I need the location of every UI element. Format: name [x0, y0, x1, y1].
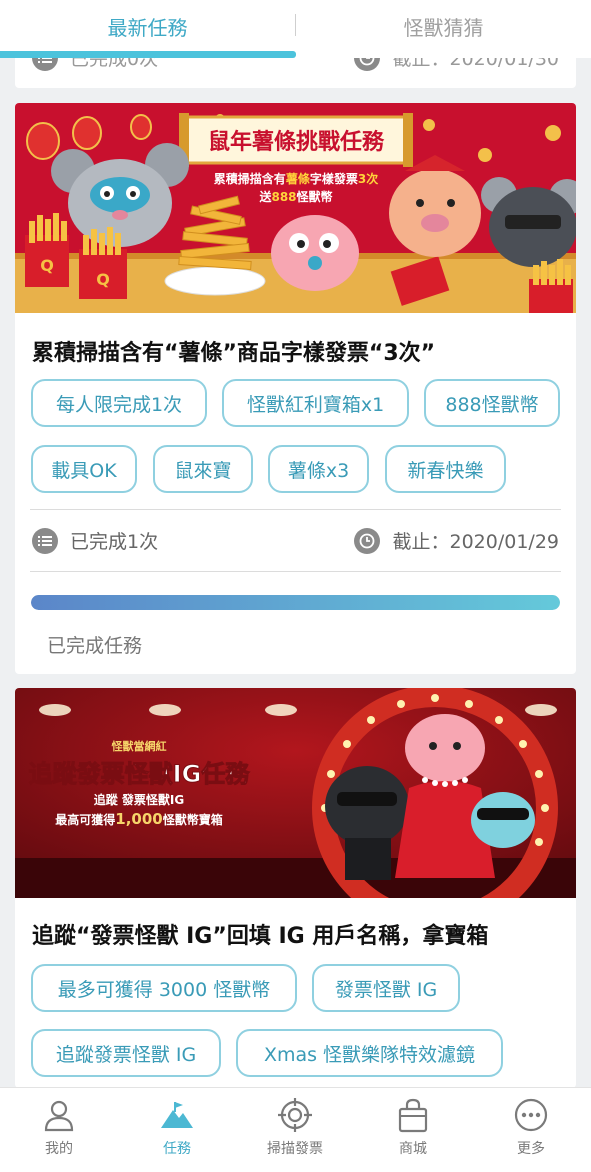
- mission-card-fries[interactable]: 鼠年薯條挑戰任務 累積掃描含有薯條字樣發票3次 送888怪獸幣 Q Q 累積掃描…: [15, 103, 576, 674]
- banner2-line2: 最高可獲得1,000怪獸幣寶箱: [55, 810, 222, 828]
- list-icon: [32, 527, 58, 554]
- target-scan-icon: [277, 1097, 313, 1133]
- tab-monster-guess[interactable]: 怪獸猜猜: [296, 0, 591, 52]
- clock-icon: [354, 527, 381, 554]
- tag-coins[interactable]: 888怪獸幣: [424, 379, 560, 427]
- mountain-flag-icon: [159, 1097, 195, 1133]
- banner2-kicker: 怪獸當網紅: [112, 739, 167, 753]
- fries-box-logo: Q: [96, 270, 110, 289]
- more-dots-icon: [513, 1097, 549, 1133]
- nav-label: 更多: [517, 1141, 545, 1157]
- banner1-line1: 累積掃描含有薯條字樣發票3次: [214, 171, 378, 186]
- mission-banner-instagram[interactable]: 怪獸當網紅 追蹤發票怪獸IG任務 追蹤 發票怪獸IG 最高可獲得1,000怪獸幣…: [15, 688, 576, 898]
- nav-label: 任務: [163, 1141, 191, 1157]
- tag-xmas-filter[interactable]: Xmas 怪獸樂隊特效濾鏡: [236, 1029, 503, 1077]
- person-icon: [41, 1097, 77, 1133]
- mission-progress-fill: [31, 595, 560, 610]
- nav-item-more[interactable]: 更多: [472, 1088, 590, 1172]
- completed-count: 已完成1次: [32, 527, 158, 554]
- tag-new-year[interactable]: 新春快樂: [385, 445, 506, 493]
- tag-fries-x3[interactable]: 薯條x3: [268, 445, 369, 493]
- tag-max-coins[interactable]: 最多可獲得 3000 怪獸幣: [31, 964, 297, 1012]
- tag-monster-ig[interactable]: 發票怪獸 IG: [312, 964, 460, 1012]
- shopping-bag-icon: [395, 1097, 431, 1133]
- mission-progress-bar: [31, 595, 560, 610]
- nav-item-missions[interactable]: 任務: [118, 1088, 236, 1172]
- nav-item-shop[interactable]: 商城: [354, 1088, 472, 1172]
- divider: [30, 509, 561, 510]
- nav-item-profile[interactable]: 我的: [0, 1088, 118, 1172]
- tag-carrier-ok[interactable]: 載具OK: [31, 445, 137, 493]
- mission-card-instagram[interactable]: 怪獸當網紅 追蹤發票怪獸IG任務 追蹤 發票怪獸IG 最高可獲得1,000怪獸幣…: [15, 688, 576, 1088]
- fries-box-logo: Q: [40, 256, 54, 275]
- tag-limit-once[interactable]: 每人限完成1次: [31, 379, 207, 427]
- mission-status-label: 已完成任務: [47, 635, 143, 657]
- mission-banner-fries[interactable]: 鼠年薯條挑戰任務 累積掃描含有薯條字樣發票3次 送888怪獸幣 Q Q: [15, 103, 576, 313]
- divider: [30, 571, 561, 572]
- tab-latest-missions[interactable]: 最新任務: [0, 0, 295, 52]
- banner1-headline: 鼠年薯條挑戰任務: [208, 129, 385, 155]
- completed-count-text: 已完成1次: [70, 531, 159, 553]
- bottom-navigation: 我的 任務 掃描發票 商城 更多: [0, 1087, 591, 1172]
- nav-label: 掃描發票: [267, 1141, 323, 1157]
- tag-bonus-chest[interactable]: 怪獸紅利寶箱x1: [222, 379, 409, 427]
- nav-label: 我的: [45, 1141, 73, 1157]
- deadline: 截止：2020/01/29: [354, 527, 559, 554]
- deadline-text: 截止：2020/01/29: [392, 531, 559, 553]
- nav-item-scan[interactable]: 掃描發票: [236, 1088, 354, 1172]
- nav-label: 商城: [399, 1141, 427, 1157]
- tag-follow-ig[interactable]: 追蹤發票怪獸 IG: [31, 1029, 221, 1077]
- tag-rat-treasure[interactable]: 鼠來寶: [153, 445, 253, 493]
- top-tab-bar: 最新任務 怪獸猜猜: [0, 0, 591, 58]
- banner1-line2: 送888怪獸幣: [258, 189, 332, 204]
- banner2-headline: 追蹤發票怪獸IG任務: [29, 760, 251, 788]
- mission-title: 累積掃描含有“薯條”商品字樣發票“3次”: [32, 341, 436, 366]
- active-tab-indicator: [0, 51, 296, 58]
- banner2-line1: 追蹤 發票怪獸IG: [94, 792, 185, 807]
- mission-title: 追蹤“發票怪獸 IG”回填 IG 用戶名稱，拿寶箱: [32, 924, 489, 949]
